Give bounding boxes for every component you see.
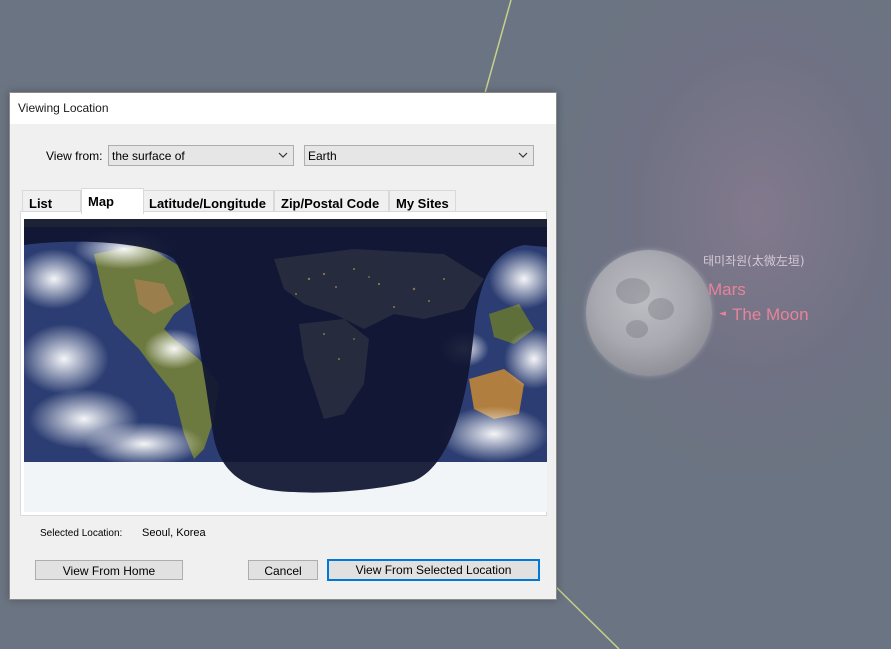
tab-label: Latitude/Longitude: [149, 196, 266, 211]
map-tab-panel: [20, 211, 547, 516]
selected-location-value: Seoul, Korea: [142, 527, 206, 539]
view-from-selected-location-button[interactable]: View From Selected Location: [327, 559, 540, 581]
chevron-down-icon: [278, 152, 288, 158]
constellation-label[interactable]: 태미좌원(太微左垣): [703, 252, 805, 269]
view-from-mode-value: the surface of: [112, 149, 185, 163]
moon-mare: [648, 298, 674, 320]
dialog-title: Viewing Location: [18, 101, 109, 115]
cancel-button[interactable]: Cancel: [248, 560, 318, 580]
view-from-mode-select[interactable]: the surface of: [108, 145, 294, 166]
moon-mare: [616, 278, 650, 304]
selected-location-label: Selected Location:: [40, 528, 123, 539]
moon-disc[interactable]: [586, 250, 712, 376]
chevron-down-icon: [518, 152, 528, 158]
view-from-body-value: Earth: [308, 149, 337, 163]
tab-zip-postal-code[interactable]: Zip/Postal Code: [274, 190, 389, 212]
tab-latitude-longitude[interactable]: Latitude/Longitude: [142, 190, 274, 212]
constellation-line-bottom: [555, 586, 620, 649]
tab-map[interactable]: Map: [81, 188, 144, 214]
constellation-line-top: [484, 0, 512, 94]
tab-my-sites[interactable]: My Sites: [389, 190, 456, 212]
viewing-location-dialog: Viewing Location View from: the surface …: [9, 92, 557, 600]
moon-mare: [626, 320, 648, 338]
view-from-body-select[interactable]: Earth: [304, 145, 534, 166]
moon-pointer-icon: ◄: [719, 309, 726, 319]
world-map-image: [24, 219, 547, 512]
tab-label: List: [29, 196, 53, 211]
world-map[interactable]: [24, 219, 547, 512]
view-from-home-button[interactable]: View From Home: [35, 560, 183, 580]
dialog-titlebar[interactable]: Viewing Location: [10, 93, 556, 124]
mars-label[interactable]: Mars: [708, 280, 746, 300]
tab-label: My Sites: [396, 196, 449, 211]
tab-label: Map: [88, 194, 114, 209]
moon-label[interactable]: The Moon: [732, 305, 809, 325]
view-from-label: View from:: [46, 149, 103, 163]
tab-label: Zip/Postal Code: [281, 196, 380, 211]
tab-list[interactable]: List: [22, 190, 81, 212]
